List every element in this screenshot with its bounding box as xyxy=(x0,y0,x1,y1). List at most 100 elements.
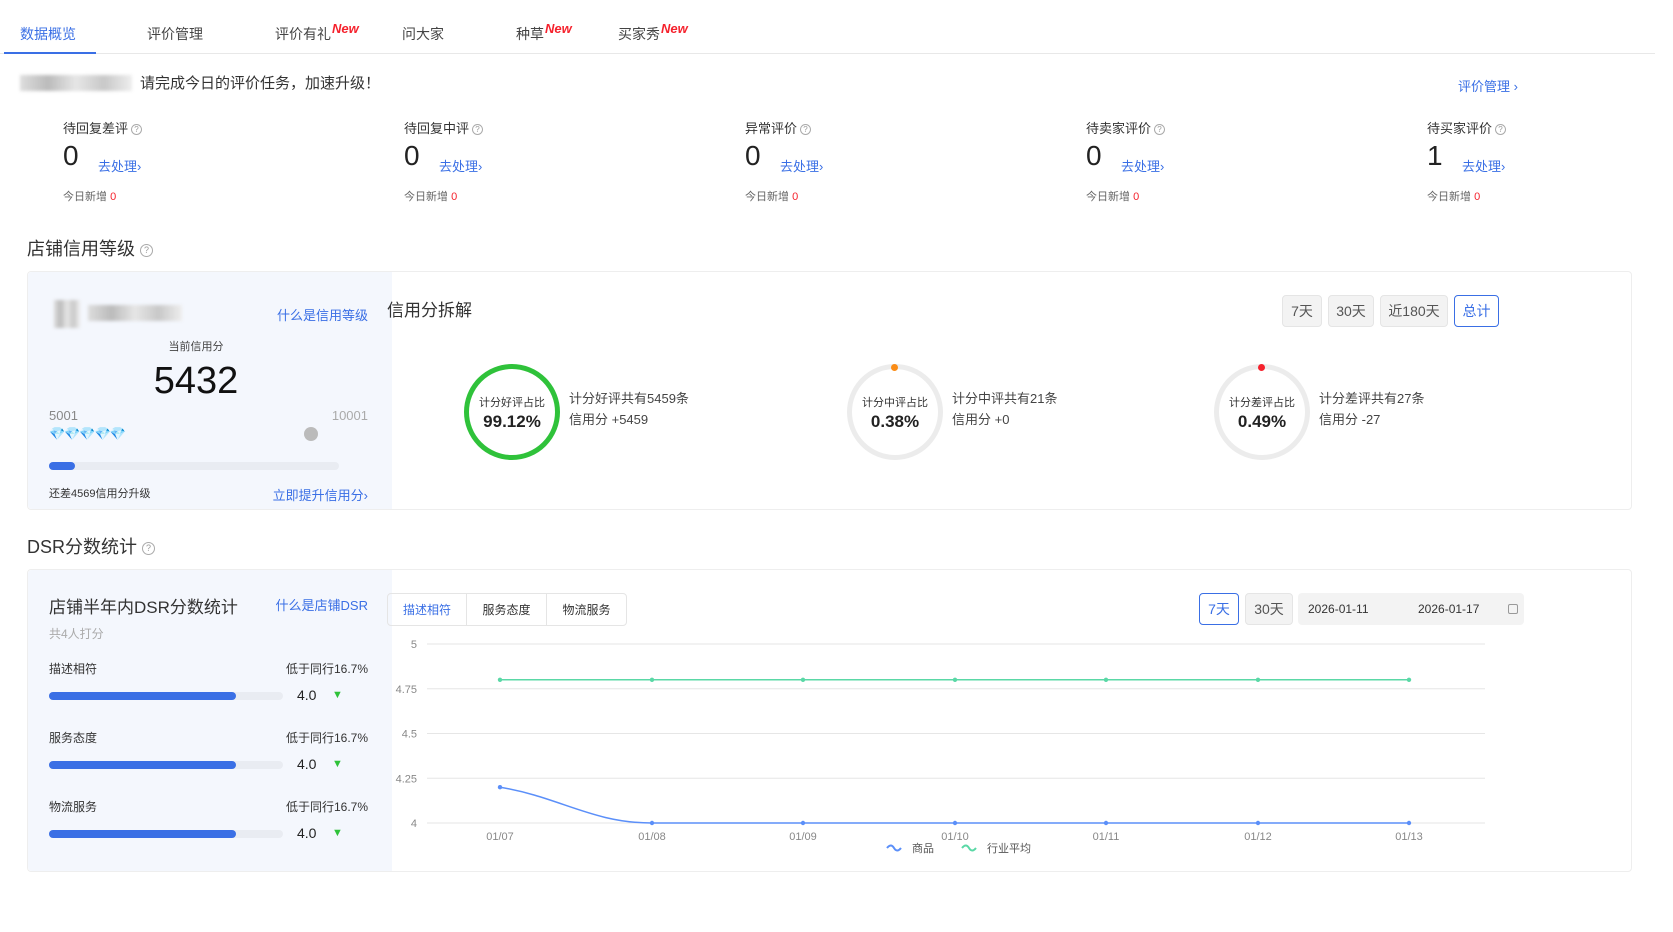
tab-buyer-show[interactable]: 买家秀New xyxy=(618,21,688,44)
y-tick-label: 4.5 xyxy=(402,729,417,741)
help-icon[interactable]: ? xyxy=(472,124,484,136)
stat-value: 1 xyxy=(1427,140,1443,171)
chart-tab-service[interactable]: 服务态度 xyxy=(467,594,547,626)
process-link[interactable]: 去处理› xyxy=(1462,156,1505,175)
dsr-bar-fill xyxy=(49,692,236,700)
process-link[interactable]: 去处理› xyxy=(439,156,482,175)
chart-tab-describe[interactable]: 描述相符 xyxy=(388,594,467,626)
legend-label: 商品 xyxy=(912,841,934,855)
stat-value: 0 xyxy=(63,140,79,171)
data-point xyxy=(800,677,806,682)
credit-section-title: 店铺信用等级? xyxy=(27,235,153,261)
credit-score: 5432 xyxy=(153,360,239,402)
help-icon[interactable]: ? xyxy=(1154,124,1166,136)
dsr-range-30d-button[interactable]: 30天 xyxy=(1245,593,1293,625)
credit-progress-fill xyxy=(49,462,76,470)
stat-value: 0 xyxy=(745,140,761,171)
upgrade-credit-link[interactable]: 立即提升信用分› xyxy=(273,485,368,504)
data-point xyxy=(1255,820,1261,826)
dsr-bar-fill xyxy=(49,830,236,838)
data-point xyxy=(649,820,655,826)
calendar-icon[interactable] xyxy=(1508,604,1518,614)
credit-panel: 什么是信用等级 当前信用分 5432 5001 10001 💎💎💎💎💎 还差45… xyxy=(27,271,1632,510)
tab-zhongcao[interactable]: 种草New xyxy=(516,21,572,44)
y-tick-label: 4.25 xyxy=(396,773,417,785)
down-arrow-icon: ▼ xyxy=(332,689,343,701)
x-tick-label: 01/10 xyxy=(941,831,969,843)
dsr-panel-title: 店铺半年内DSR分数统计 xyxy=(49,598,238,617)
bad-ratio-ring: 计分差评占比 0.49% xyxy=(1214,364,1310,460)
stat-label: 待回复中评 xyxy=(404,121,470,136)
stat-value: 0 xyxy=(404,140,420,171)
legend-swatch xyxy=(961,844,977,852)
stat-pending-bad: 待回复差评? 0 去处理› 今日新增 0 xyxy=(63,118,363,203)
x-tick-label: 01/07 xyxy=(486,831,514,843)
help-icon[interactable]: ? xyxy=(140,243,153,257)
data-point xyxy=(800,820,806,826)
credit-level-box: 什么是信用等级 当前信用分 5432 5001 10001 💎💎💎💎💎 还差45… xyxy=(28,272,392,509)
process-link[interactable]: 去处理› xyxy=(98,156,141,175)
y-tick-label: 4.75 xyxy=(396,684,417,696)
x-tick-label: 01/08 xyxy=(638,831,666,843)
down-arrow-icon: ▼ xyxy=(332,758,343,770)
data-point xyxy=(952,677,958,682)
data-point xyxy=(497,785,503,790)
process-link[interactable]: 去处理› xyxy=(780,156,823,175)
process-link[interactable]: 去处理› xyxy=(1121,156,1164,175)
stat-value: 0 xyxy=(1086,140,1102,171)
review-manage-link[interactable]: 评价管理 › xyxy=(1458,76,1518,95)
help-icon[interactable]: ? xyxy=(800,124,812,136)
help-icon[interactable]: ? xyxy=(142,541,156,555)
help-icon[interactable]: ? xyxy=(1495,124,1507,136)
chart-tab-logistics[interactable]: 物流服务 xyxy=(547,594,626,626)
date-start: 2026-01-11 xyxy=(1308,602,1369,616)
today-new: 今日新增 0 xyxy=(745,191,799,203)
mid-ratio-desc: 计分中评共有21条 信用分 +0 xyxy=(952,391,1058,427)
stat-seller-review: 待卖家评价? 0 去处理› 今日新增 0 xyxy=(1086,118,1386,203)
notice-text: 请完成今日的评价任务，加速升级！ xyxy=(140,75,381,92)
data-point xyxy=(649,677,655,682)
today-new: 今日新增 0 xyxy=(1086,191,1140,203)
stat-label: 异常评价 xyxy=(745,121,798,136)
x-tick-label: 01/09 xyxy=(789,831,817,843)
tab-review-manage[interactable]: 评价管理 xyxy=(147,24,203,44)
range-180d-button[interactable]: 近180天 xyxy=(1380,295,1448,327)
x-tick-label: 01/12 xyxy=(1244,831,1272,843)
date-range-picker[interactable]: 2026-01-11 2026-01-17 xyxy=(1298,593,1524,625)
dsr-section-title: DSR分数统计? xyxy=(27,533,156,559)
stat-label: 待买家评价 xyxy=(1427,121,1493,136)
dsr-range-7d-button[interactable]: 7天 xyxy=(1199,593,1239,625)
data-point xyxy=(1103,820,1109,826)
range-7d-button[interactable]: 7天 xyxy=(1282,295,1322,327)
stat-label: 待卖家评价 xyxy=(1086,121,1152,136)
range-total-button[interactable]: 总计 xyxy=(1454,295,1499,327)
dsr-bar-fill xyxy=(49,761,236,769)
help-icon[interactable]: ? xyxy=(131,124,143,136)
mid-ratio-marker xyxy=(891,364,898,371)
bad-ratio-marker xyxy=(1258,364,1265,371)
data-point xyxy=(952,820,958,826)
tab-overview[interactable]: 数据概览 xyxy=(20,24,76,44)
top-tabs: 数据概览 评价管理 评价有礼New 问大家 种草New 买家秀New xyxy=(0,0,1655,54)
credit-progress-track xyxy=(49,462,339,470)
data-point xyxy=(1255,677,1261,682)
x-tick-label: 01/13 xyxy=(1395,831,1423,843)
what-is-dsr-link[interactable]: 什么是店铺DSR xyxy=(276,595,368,614)
what-is-credit-link[interactable]: 什么是信用等级 xyxy=(277,305,368,324)
x-tick-label: 01/11 xyxy=(1093,831,1120,843)
mid-ratio-ring: 计分中评占比 0.38% xyxy=(847,364,943,460)
date-end: 2026-01-17 xyxy=(1418,602,1480,616)
current-credit-label: 当前信用分 xyxy=(168,341,224,353)
today-new: 今日新增 0 xyxy=(63,191,117,203)
active-tab-indicator xyxy=(4,52,96,54)
remain-text: 还差4569信用分升级 xyxy=(49,488,151,500)
range-30d-button[interactable]: 30天 xyxy=(1328,295,1374,327)
tab-review-gift[interactable]: 评价有礼New xyxy=(275,21,359,44)
today-new: 今日新增 0 xyxy=(1427,191,1481,203)
tab-ask-all[interactable]: 问大家 xyxy=(402,24,444,44)
blurred-shop-name xyxy=(20,74,132,91)
credit-min: 5001 xyxy=(49,408,78,423)
data-point xyxy=(1406,820,1412,826)
legend-label: 行业平均 xyxy=(987,842,1031,855)
dsr-line-chart: 5 4.75 4.5 4.25 4 01/07 01/08 01/09 01/10 01/11 01… xyxy=(396,639,1485,855)
